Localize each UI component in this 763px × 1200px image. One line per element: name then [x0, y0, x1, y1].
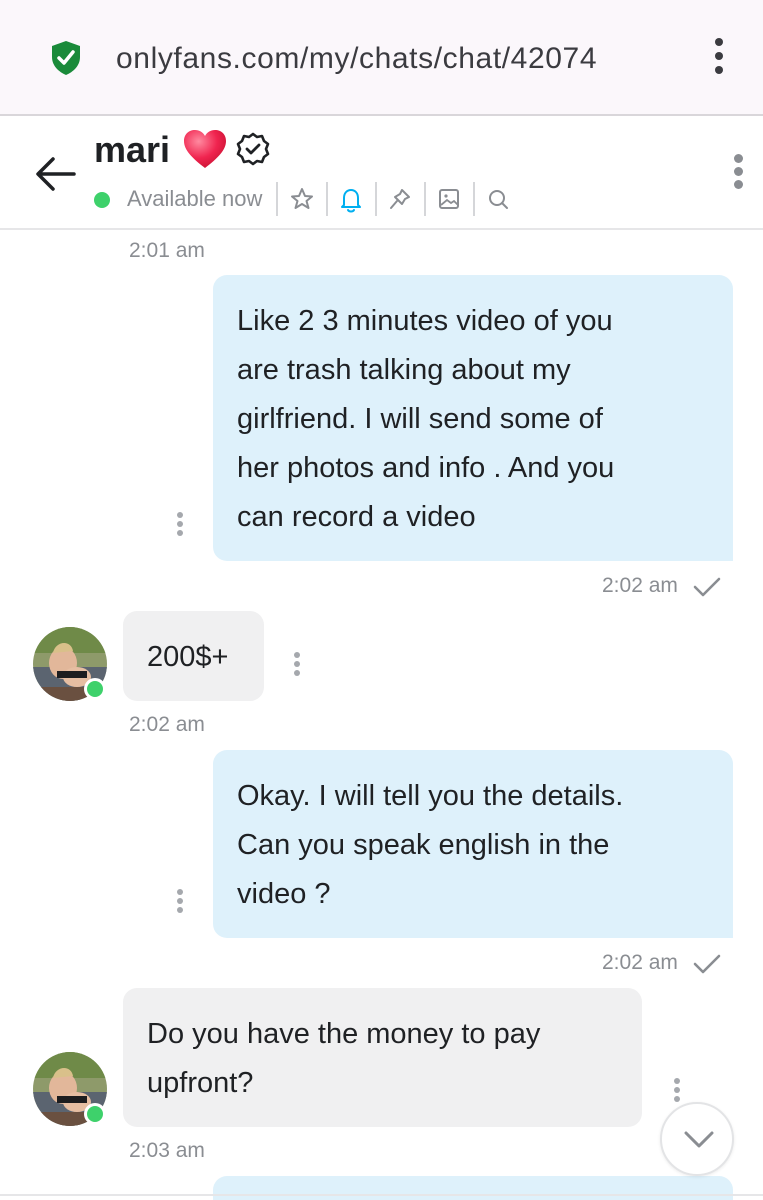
- message-options-icon[interactable]: [175, 512, 185, 542]
- verified-badge-icon: [236, 132, 270, 166]
- chat-header: mari Available now: [0, 118, 763, 230]
- message-line: can record a video: [237, 501, 476, 533]
- browser-menu-icon[interactable]: [708, 38, 730, 78]
- heart-icon: [184, 130, 226, 168]
- sent-check-icon: [693, 577, 721, 597]
- message-timestamp: 2:02 am: [602, 951, 678, 974]
- search-icon[interactable]: [484, 184, 512, 214]
- message-options-icon[interactable]: [292, 652, 302, 682]
- image-icon[interactable]: [435, 184, 463, 214]
- scroll-to-bottom-button[interactable]: [660, 1102, 734, 1176]
- online-status-dot: [84, 678, 106, 700]
- message-timestamp: 2:02 am: [602, 574, 678, 597]
- pin-icon[interactable]: [386, 184, 414, 214]
- online-status-dot: [84, 1103, 106, 1125]
- chat-menu-icon[interactable]: [728, 154, 748, 192]
- url-text[interactable]: onlyfans.com/my/chats/chat/42074: [116, 36, 676, 82]
- shield-check-icon[interactable]: [50, 40, 82, 76]
- message-line: upfront?: [147, 1067, 254, 1099]
- message-line: Do you have the money to pay: [147, 1018, 541, 1050]
- outgoing-message-bubble[interactable]: Okay. I will tell you the details. Can y…: [213, 750, 733, 938]
- message-line: her photos and info . And you: [237, 452, 615, 484]
- back-arrow-icon[interactable]: [34, 154, 76, 194]
- divider: [424, 182, 426, 216]
- star-icon[interactable]: [288, 184, 316, 214]
- message-timestamp: 2:03 am: [129, 1139, 205, 1162]
- message-line: are trash talking about my: [237, 354, 571, 386]
- message-line: Like 2 3 minutes video of you: [237, 305, 613, 337]
- divider: [473, 182, 475, 216]
- availability-status: Available now: [127, 186, 263, 211]
- message-line: girlfriend. I will send some of: [237, 403, 603, 435]
- message-timestamp: 2:02 am: [129, 713, 205, 736]
- sent-check-icon: [693, 954, 721, 974]
- divider: [0, 1194, 763, 1196]
- message-line: Can you speak english in the: [237, 829, 610, 861]
- contact-name[interactable]: mari: [94, 130, 170, 170]
- divider: [276, 182, 278, 216]
- message-options-icon[interactable]: [175, 889, 185, 919]
- message-line: Okay. I will tell you the details.: [237, 780, 624, 812]
- message-options-icon[interactable]: [672, 1078, 682, 1108]
- browser-url-bar: onlyfans.com/my/chats/chat/42074: [0, 0, 763, 116]
- bell-icon[interactable]: [337, 184, 365, 214]
- outgoing-message-bubble[interactable]: [213, 1176, 733, 1200]
- outgoing-message-bubble[interactable]: Like 2 3 minutes video of you are trash …: [213, 275, 733, 561]
- incoming-message-bubble[interactable]: Do you have the money to pay upfront?: [123, 988, 642, 1127]
- divider: [375, 182, 377, 216]
- divider: [326, 182, 328, 216]
- message-line: 200$+: [147, 641, 229, 673]
- message-timestamp: 2:01 am: [129, 239, 205, 262]
- chevron-down-icon: [684, 1131, 714, 1148]
- message-line: video ?: [237, 878, 331, 910]
- incoming-message-bubble[interactable]: 200$+: [123, 611, 264, 701]
- online-status-dot: [94, 192, 110, 208]
